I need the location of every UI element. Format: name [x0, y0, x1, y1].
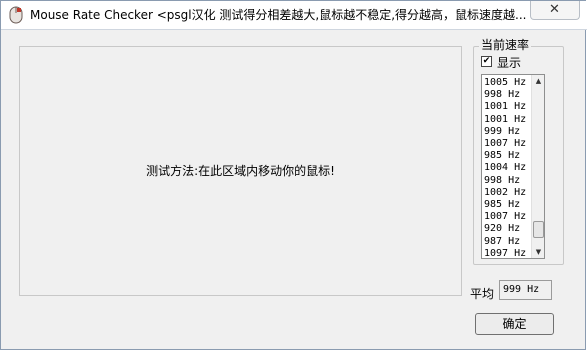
- rate-list: 1005 Hz 998 Hz 1001 Hz 1001 Hz 999 Hz 1007 Hz…: [484, 77, 530, 258]
- rate-list-item[interactable]: 999 Hz: [484, 126, 530, 138]
- checkmark-icon: ✔: [482, 56, 491, 66]
- rate-list-item[interactable]: 1001 Hz: [484, 101, 530, 113]
- close-button[interactable]: ✕: [530, 1, 580, 20]
- rate-list-item[interactable]: 1002 Hz: [484, 187, 530, 199]
- rate-listbox[interactable]: 1005 Hz 998 Hz 1001 Hz 1001 Hz 999 Hz 1007 Hz…: [481, 74, 545, 259]
- scroll-down-arrow-icon[interactable]: ▼: [532, 246, 544, 258]
- mouse-test-area[interactable]: 测试方法:在此区域内移动你的鼠标!: [19, 46, 462, 296]
- show-checkbox-label[interactable]: 显示: [497, 54, 521, 71]
- rate-list-item[interactable]: 985 Hz: [484, 199, 530, 211]
- rate-list-item[interactable]: 1007 Hz: [484, 211, 530, 223]
- rate-list-item[interactable]: 1001 Hz: [484, 114, 530, 126]
- window-title: Mouse Rate Checker <psgl汉化 测试得分相差越大,鼠标越不…: [30, 8, 527, 22]
- average-label: 平均: [470, 287, 495, 301]
- average-value-field: 999 Hz: [499, 280, 552, 300]
- rate-list-item[interactable]: 985 Hz: [484, 150, 530, 162]
- rate-list-item[interactable]: 1004 Hz: [484, 162, 530, 174]
- show-checkbox[interactable]: ✔: [481, 56, 492, 67]
- rate-list-item[interactable]: 998 Hz: [484, 175, 530, 187]
- scroll-thumb[interactable]: [533, 221, 544, 238]
- rate-list-item[interactable]: 920 Hz: [484, 223, 530, 235]
- ok-button[interactable]: 确定: [475, 313, 554, 335]
- mouse-app-icon: [9, 6, 23, 24]
- rate-list-item[interactable]: 987 Hz: [484, 236, 530, 248]
- close-icon: ✕: [549, 2, 560, 17]
- rate-list-item[interactable]: 998 Hz: [484, 89, 530, 101]
- listbox-scrollbar[interactable]: ▲ ▼: [531, 75, 544, 258]
- rate-list-item[interactable]: 1005 Hz: [484, 77, 530, 89]
- current-rate-label: 当前速率: [479, 38, 532, 52]
- title-bar[interactable]: Mouse Rate Checker <psgl汉化 测试得分相差越大,鼠标越不…: [1, 1, 587, 30]
- test-instruction: 测试方法:在此区域内移动你的鼠标!: [146, 164, 335, 178]
- scroll-up-arrow-icon[interactable]: ▲: [532, 75, 544, 87]
- rate-list-item[interactable]: 1007 Hz: [484, 138, 530, 150]
- rate-list-item[interactable]: 1097 Hz: [484, 248, 530, 258]
